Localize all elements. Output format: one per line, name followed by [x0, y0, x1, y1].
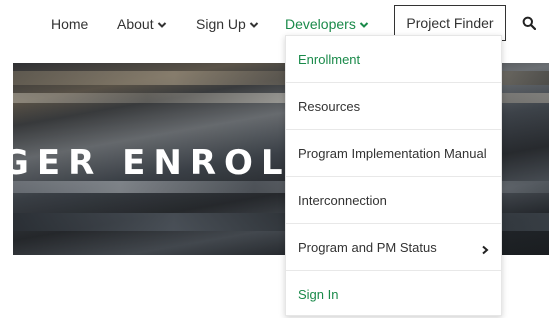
menu-item-label: Program Implementation Manual [298, 145, 487, 161]
menu-item-label: Interconnection [298, 192, 387, 208]
menu-item-sign-in[interactable]: Sign In [286, 271, 501, 318]
nav-about-label: About [117, 16, 154, 32]
menu-item-resources[interactable]: Resources [286, 83, 501, 130]
chevron-down-icon [157, 20, 167, 30]
menu-item-program-implementation-manual[interactable]: Program Implementation Manual [286, 130, 501, 177]
project-finder-label: Project Finder [406, 15, 494, 31]
menu-item-enrollment[interactable]: Enrollment [286, 36, 501, 83]
menu-item-label: Resources [298, 98, 361, 114]
chevron-down-icon [359, 20, 369, 30]
nav-developers[interactable]: Developers [285, 16, 369, 32]
developers-dropdown-menu: Enrollment Resources Program Implementat… [285, 35, 502, 316]
menu-item-label: Program and PM Status [298, 239, 437, 255]
nav-sign-up[interactable]: Sign Up [196, 16, 259, 32]
hero-title: GER ENROLL [13, 143, 321, 183]
menu-item-label: Enrollment [298, 51, 361, 67]
nav-home-label: Home [51, 16, 89, 32]
menu-item-label: Sign In [298, 287, 339, 302]
chevron-down-icon [249, 20, 259, 30]
menu-item-program-and-pm-status[interactable]: Program and PM Status [286, 224, 501, 271]
menu-item-interconnection[interactable]: Interconnection [286, 177, 501, 224]
nav-developers-label: Developers [285, 16, 356, 32]
search-icon[interactable] [522, 16, 537, 31]
nav-about[interactable]: About [117, 16, 167, 32]
nav-sign-up-label: Sign Up [196, 16, 246, 32]
chevron-right-icon [481, 243, 489, 255]
nav-home[interactable]: Home [51, 16, 88, 32]
